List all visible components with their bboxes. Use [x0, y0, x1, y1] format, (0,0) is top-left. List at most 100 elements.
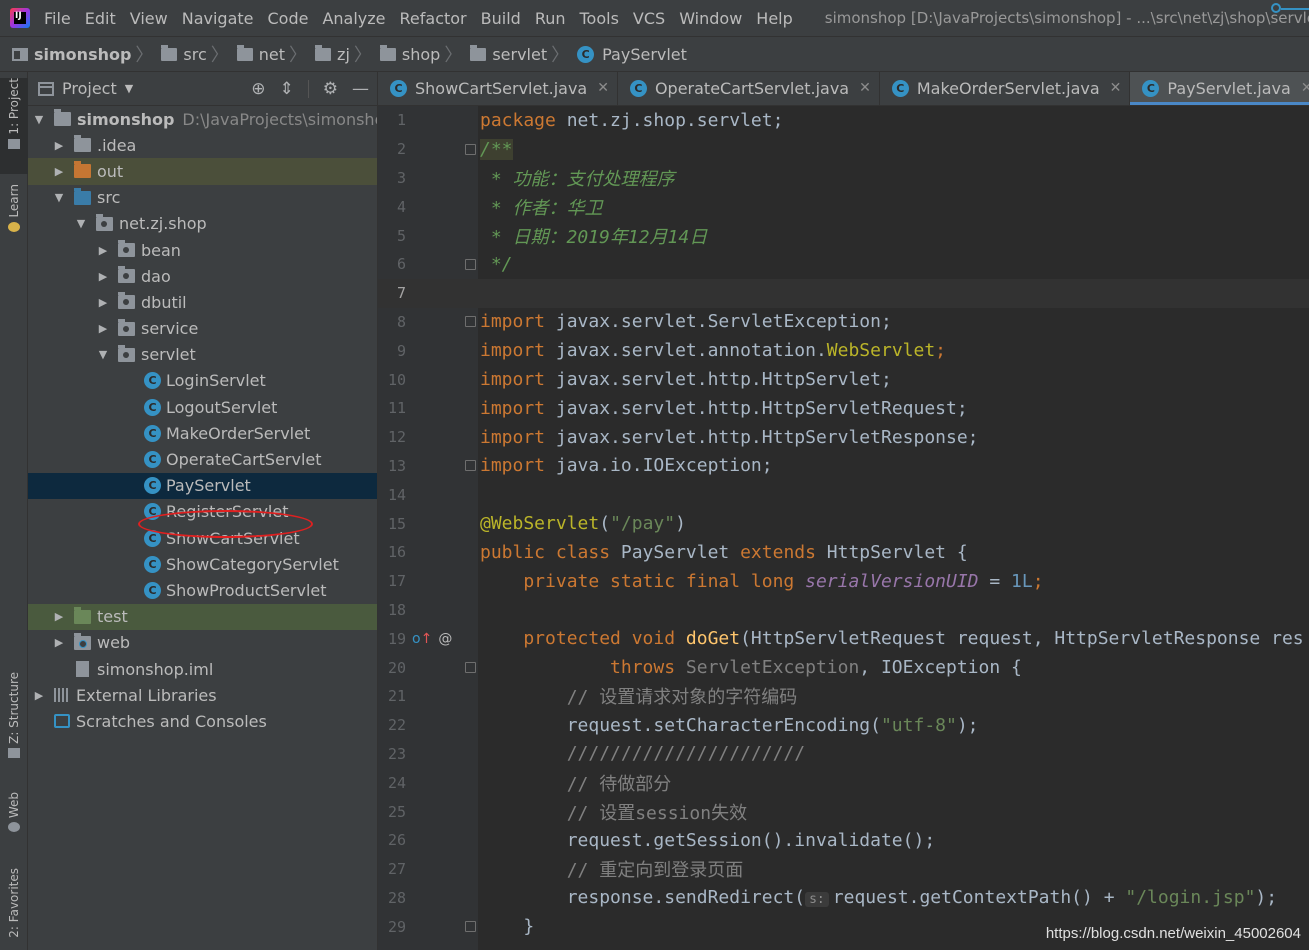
- package-icon: [118, 266, 135, 284]
- breadcrumb-item-payservlet[interactable]: C PayServlet: [577, 45, 687, 64]
- tree-item-makeorderservlet[interactable]: C MakeOrderServlet: [28, 420, 377, 446]
- tree-item-dbutil[interactable]: ▶ dbutil: [28, 289, 377, 315]
- java-class-icon: C: [144, 529, 161, 547]
- favorites-tool-button[interactable]: 2: Favorites: [0, 868, 28, 950]
- tree-item-root[interactable]: ▼ simonshop D:\JavaProjects\simonshop: [28, 106, 377, 132]
- structure-tool-button[interactable]: Z: Structure: [0, 672, 28, 772]
- menu-tools[interactable]: Tools: [580, 9, 619, 28]
- hide-panel-icon[interactable]: —: [352, 79, 369, 99]
- fold-icon[interactable]: [465, 921, 476, 933]
- menu-code[interactable]: Code: [268, 9, 309, 28]
- line-number: 16: [387, 543, 406, 562]
- breadcrumb-item-servlet[interactable]: servlet 〉: [470, 41, 577, 67]
- collapse-arrow-icon[interactable]: ▶: [96, 296, 110, 309]
- fold-icon[interactable]: [465, 316, 476, 328]
- collapse-arrow-icon[interactable]: ▶: [52, 636, 66, 649]
- menu-navigate[interactable]: Navigate: [182, 9, 254, 28]
- breadcrumb-item-shop[interactable]: shop 〉: [379, 41, 470, 67]
- menu-help[interactable]: Help: [756, 9, 792, 28]
- expand-arrow-icon[interactable]: ▼: [52, 191, 66, 204]
- collapse-arrow-icon[interactable]: ▶: [32, 689, 46, 702]
- line-number: 11: [387, 399, 406, 418]
- menu-edit[interactable]: Edit: [85, 9, 116, 28]
- tree-label: ShowCategoryServlet: [166, 554, 339, 574]
- fold-icon[interactable]: [465, 143, 476, 155]
- tree-item-showcartservlet[interactable]: C ShowCartServlet: [28, 525, 377, 551]
- tree-item-dao[interactable]: ▶ dao: [28, 263, 377, 289]
- close-icon[interactable]: ✕: [859, 80, 871, 96]
- annotation-icon[interactable]: @: [438, 631, 452, 647]
- menu-view[interactable]: View: [130, 9, 168, 28]
- package-icon: [118, 318, 135, 336]
- tree-item-showproductservlet[interactable]: C ShowProductServlet: [28, 577, 377, 603]
- learn-tool-button[interactable]: Learn: [0, 184, 28, 248]
- fold-icon[interactable]: [465, 258, 476, 270]
- menu-analyze[interactable]: Analyze: [322, 9, 385, 28]
- project-tool-button[interactable]: 1: Project: [0, 78, 28, 174]
- menu-build[interactable]: Build: [481, 9, 521, 28]
- breadcrumb-item-zj[interactable]: zj 〉: [315, 41, 380, 67]
- collapse-all-icon[interactable]: ⇕: [280, 79, 294, 99]
- web-tool-button[interactable]: Web: [0, 792, 28, 848]
- expand-arrow-icon[interactable]: ▼: [96, 348, 110, 361]
- menu-vcs[interactable]: VCS: [633, 9, 665, 28]
- collapse-arrow-icon[interactable]: ▶: [96, 270, 110, 283]
- line-number: 27: [387, 860, 406, 879]
- learn-icon: [8, 221, 20, 232]
- close-icon[interactable]: ✕: [1110, 80, 1122, 96]
- close-icon[interactable]: ✕: [597, 80, 609, 96]
- package-icon: [315, 44, 332, 61]
- tree-item-servlet[interactable]: ▼ servlet: [28, 342, 377, 368]
- tab-showcartservlet[interactable]: C ShowCartServlet.java ✕: [378, 72, 618, 105]
- tree-item-package[interactable]: ▼ net.zj.shop: [28, 211, 377, 237]
- breadcrumb-item-src[interactable]: src 〉: [161, 41, 236, 67]
- fold-icon[interactable]: [465, 460, 476, 472]
- project-view-selector[interactable]: Project: [62, 79, 117, 98]
- web-globe-icon: [8, 822, 20, 833]
- locate-icon[interactable]: ⊕: [251, 79, 265, 99]
- line-number: 25: [387, 802, 406, 821]
- code-area[interactable]: 1 package net.zj.shop.servlet; 2 /** 3 *…: [378, 106, 1309, 950]
- tree-item-scratches[interactable]: Scratches and Consoles: [28, 708, 377, 734]
- tree-item-operatecartservlet[interactable]: C OperateCartServlet: [28, 446, 377, 472]
- tree-item-loginservlet[interactable]: C LoginServlet: [28, 368, 377, 394]
- collapse-arrow-icon[interactable]: ▶: [96, 322, 110, 335]
- tree-item-service[interactable]: ▶ service: [28, 316, 377, 342]
- tree-item-payservlet[interactable]: C PayServlet: [28, 472, 377, 499]
- menu-refactor[interactable]: Refactor: [400, 9, 467, 28]
- collapse-arrow-icon[interactable]: ▶: [52, 139, 66, 152]
- collapse-arrow-icon[interactable]: ▶: [96, 244, 110, 257]
- breadcrumb-item-net[interactable]: net 〉: [236, 41, 315, 67]
- collapse-arrow-icon[interactable]: ▶: [52, 165, 66, 178]
- expand-arrow-icon[interactable]: ▼: [32, 113, 46, 126]
- menu-file[interactable]: File: [44, 9, 71, 28]
- tree-item-external-libraries[interactable]: ▶ External Libraries: [28, 682, 377, 708]
- breadcrumb-item-simonshop[interactable]: simonshop 〉: [12, 41, 161, 67]
- tab-makeorderservlet[interactable]: C MakeOrderServlet.java ✕: [880, 72, 1131, 105]
- tree-item-bean[interactable]: ▶ bean: [28, 237, 377, 263]
- project-panel: Project ▼ ⊕ ⇕ ⚙ — ▼ simonshop D:\JavaPro…: [28, 72, 378, 950]
- tree-item-idea[interactable]: ▶ .idea: [28, 132, 377, 158]
- tree-item-iml[interactable]: simonshop.iml: [28, 656, 377, 682]
- tree-item-registerservlet[interactable]: C RegisterServlet: [28, 499, 377, 525]
- expand-arrow-icon[interactable]: ▼: [74, 217, 88, 230]
- code-text: private static final long serialVersionU…: [480, 570, 1044, 592]
- fold-icon[interactable]: [465, 662, 476, 674]
- collapse-arrow-icon[interactable]: ▶: [52, 610, 66, 623]
- tree-label: Scratches and Consoles: [76, 711, 267, 731]
- tree-item-web[interactable]: ▶ web: [28, 630, 377, 656]
- menu-window[interactable]: Window: [679, 9, 742, 28]
- gear-icon[interactable]: ⚙: [323, 79, 338, 99]
- tree-item-logoutservlet[interactable]: C LogoutServlet: [28, 394, 377, 420]
- tab-operatecartservlet[interactable]: C OperateCartServlet.java ✕: [618, 72, 880, 105]
- menu-run[interactable]: Run: [535, 9, 566, 28]
- chevron-down-icon[interactable]: ▼: [125, 82, 133, 95]
- code-text: import javax.servlet.annotation.WebServl…: [480, 340, 947, 362]
- tree-item-showcategoryservlet[interactable]: C ShowCategoryServlet: [28, 551, 377, 577]
- tab-payservlet[interactable]: C PayServlet.java ✕: [1130, 72, 1309, 105]
- close-icon[interactable]: ✕: [1301, 80, 1309, 96]
- tree-item-src[interactable]: ▼ src: [28, 185, 377, 211]
- tree-item-out[interactable]: ▶ out: [28, 158, 377, 185]
- override-icon[interactable]: o↑: [412, 631, 432, 647]
- tree-item-test[interactable]: ▶ test: [28, 603, 377, 630]
